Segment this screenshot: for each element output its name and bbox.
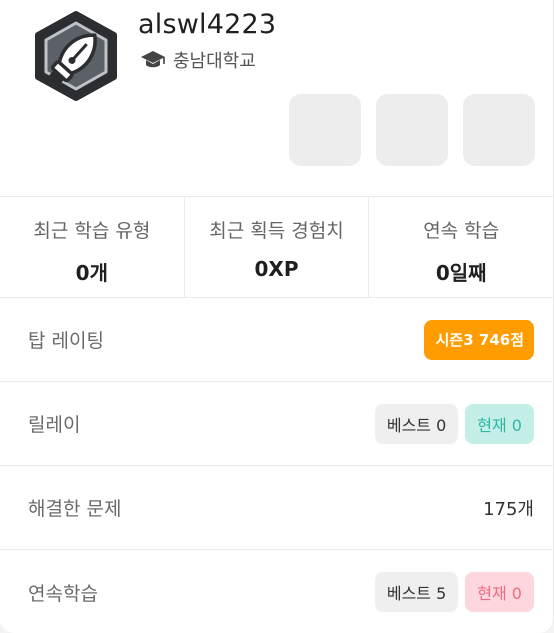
stat-label: 최근 학습 유형 (33, 220, 151, 242)
relay-best-pill: 베스트 0 (374, 403, 459, 444)
profile-card: alswl4223 충남대학교 최근 학습 유형 0개 최근 획득 경험치 0X… (0, 0, 554, 633)
badge-slot-1[interactable] (289, 94, 361, 166)
fountain-pen-badge-icon (35, 11, 117, 101)
stat-label: 최근 획득 경험치 (209, 220, 344, 242)
relay-current-pill: 현재 0 (465, 403, 534, 444)
badge-slot-2[interactable] (376, 94, 448, 166)
streak-pills: 베스트 5 현재 0 (374, 572, 534, 612)
stat-value: 0일째 (435, 261, 487, 285)
stat-recent-study-type: 최근 학습 유형 0개 (0, 197, 185, 297)
school-info: 충남대학교 (140, 47, 256, 73)
rating-row: 탑 레이팅 시즌3 746점 (0, 298, 553, 382)
relay-pills: 베스트 0 현재 0 (374, 403, 534, 444)
badge-slot-3[interactable] (463, 94, 535, 166)
stat-value: 0개 (75, 261, 108, 285)
solved-count: 175개 (483, 498, 534, 520)
username: alswl4223 (138, 9, 277, 40)
school-name: 충남대학교 (173, 51, 256, 72)
relay-label: 릴레이 (28, 414, 81, 436)
graduation-cap-icon (141, 51, 165, 68)
relay-row: 릴레이 베스트 0 현재 0 (0, 382, 553, 466)
streak-row: 연속학습 베스트 5 현재 0 (0, 550, 553, 633)
rating-label: 탑 레이팅 (28, 330, 104, 352)
stats-summary: 최근 학습 유형 0개 최근 획득 경험치 0XP 연속 학습 0일째 (0, 197, 553, 298)
streak-current-pill: 현재 0 (465, 572, 534, 612)
solved-label: 해결한 문제 (28, 498, 122, 520)
stat-streak-days: 연속 학습 0일째 (369, 197, 553, 297)
stat-value: 0XP (254, 257, 299, 281)
solved-row: 해결한 문제 175개 (0, 466, 553, 550)
profile-header: alswl4223 충남대학교 (0, 0, 553, 197)
season-rating-badge[interactable]: 시즌3 746점 (423, 319, 534, 360)
streak-best-pill: 베스트 5 (374, 572, 459, 612)
streak-label: 연속학습 (28, 582, 98, 605)
stat-recent-xp: 최근 획득 경험치 0XP (185, 197, 370, 297)
stat-label: 연속 학습 (423, 220, 500, 242)
